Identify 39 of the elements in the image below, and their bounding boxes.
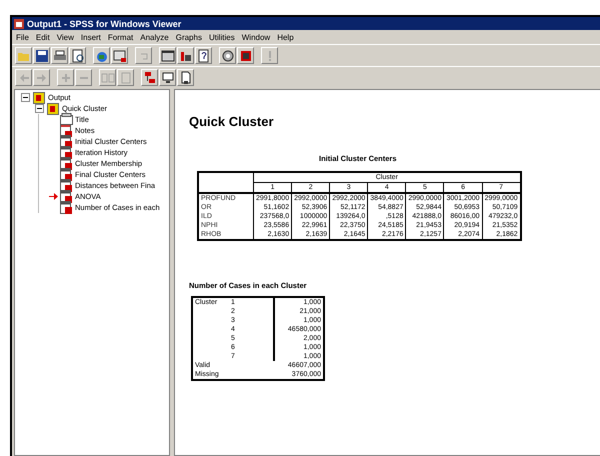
folder-icon[interactable] (15, 47, 32, 64)
menu-item[interactable]: File (16, 32, 29, 42)
collapse-toggle[interactable] (35, 104, 44, 113)
globe-icon[interactable] (93, 47, 110, 64)
save-icon[interactable] (33, 47, 50, 64)
menu-item[interactable]: Window (242, 32, 270, 42)
table-icon (60, 135, 73, 148)
window-icon[interactable] (159, 47, 176, 64)
printer-icon[interactable] (51, 47, 68, 64)
menu-item[interactable]: Insert (80, 32, 101, 42)
app-icon (14, 18, 24, 28)
window-title: Output1 - SPSS for Windows Viewer (27, 18, 182, 28)
output-heading: Quick Cluster (189, 114, 275, 129)
book-icon (33, 92, 45, 104)
menu-item[interactable]: View (56, 32, 74, 42)
table-icon (60, 168, 73, 181)
notes-icon (60, 124, 73, 137)
chart-icon[interactable] (177, 47, 194, 64)
help-icon[interactable] (195, 47, 212, 64)
disc-icon[interactable] (219, 47, 236, 64)
menu-item[interactable]: Utilities (208, 32, 235, 42)
dialog-icon[interactable] (111, 47, 128, 64)
table-icon (60, 201, 73, 214)
monitor-icon[interactable] (159, 69, 176, 86)
table-icon (60, 157, 73, 170)
tree-icon[interactable] (141, 69, 158, 86)
menu-item[interactable]: Format (108, 32, 134, 42)
document-icon[interactable] (177, 69, 194, 86)
menu-item[interactable]: Help (277, 32, 294, 42)
menu-item[interactable]: Graphs (176, 32, 202, 42)
menu-item[interactable]: Analyze (140, 32, 169, 42)
title-icon (60, 113, 73, 126)
menu-item[interactable]: Edit (36, 32, 50, 42)
table-icon (60, 179, 73, 192)
table-icon (60, 146, 73, 159)
table-icon (60, 190, 73, 203)
collapse-toggle[interactable] (21, 93, 30, 102)
preview-icon[interactable] (69, 47, 86, 64)
book-icon (47, 102, 59, 114)
